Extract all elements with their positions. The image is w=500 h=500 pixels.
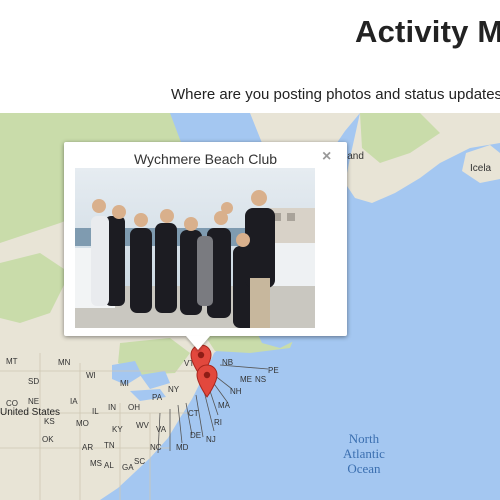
state-label: NE bbox=[28, 397, 40, 406]
ocean-label-line: Ocean bbox=[347, 461, 381, 476]
state-label: RI bbox=[214, 418, 222, 427]
state-label: SC bbox=[134, 457, 146, 466]
state-label: NS bbox=[255, 375, 267, 384]
state-label: MN bbox=[58, 358, 71, 367]
info-window-title: Wychmere Beach Club bbox=[133, 151, 278, 167]
map-info-window: Wychmere Beach Club × bbox=[64, 142, 347, 336]
state-label: TN bbox=[104, 441, 115, 450]
state-label: ME bbox=[240, 375, 252, 384]
state-label: OK bbox=[42, 435, 54, 444]
state-label: AR bbox=[82, 443, 94, 452]
state-label: CO bbox=[6, 399, 18, 408]
state-label: PE bbox=[268, 366, 279, 375]
state-label: IA bbox=[70, 397, 78, 406]
state-label: NC bbox=[150, 443, 162, 452]
state-label: GA bbox=[122, 463, 134, 472]
page-title: Activity Ma bbox=[355, 14, 500, 49]
state-label: MO bbox=[76, 419, 89, 428]
state-label: WI bbox=[86, 371, 96, 380]
group-photo-image bbox=[75, 168, 315, 328]
state-label: PA bbox=[152, 393, 163, 402]
state-label: MS bbox=[90, 459, 102, 468]
state-label: MA bbox=[218, 401, 230, 410]
state-label: MD bbox=[176, 443, 189, 452]
state-label: DE bbox=[190, 431, 202, 440]
state-label: NH bbox=[230, 387, 242, 396]
state-label: VA bbox=[156, 425, 167, 434]
ocean-label-line: North bbox=[348, 431, 380, 446]
ocean-label-line: Atlantic bbox=[343, 446, 385, 461]
state-label: IL bbox=[92, 407, 99, 416]
state-label: NY bbox=[168, 385, 180, 394]
map-label-greenland: land bbox=[345, 151, 364, 162]
map-pin-icon[interactable] bbox=[196, 364, 218, 398]
state-label: NJ bbox=[206, 435, 216, 444]
state-label: KY bbox=[112, 425, 123, 434]
info-window-pointer bbox=[186, 336, 210, 350]
state-label: SD bbox=[28, 377, 40, 386]
map-label-iceland: Icela bbox=[470, 163, 492, 174]
state-label: CT bbox=[188, 409, 199, 418]
state-label: WV bbox=[136, 421, 149, 430]
map-label-ocean: North Atlantic Ocean bbox=[343, 431, 385, 476]
state-label: OH bbox=[128, 403, 140, 412]
page-subtitle: Where are you posting photos and status … bbox=[171, 86, 500, 103]
close-icon[interactable]: × bbox=[322, 149, 331, 165]
state-label: IN bbox=[108, 403, 116, 412]
state-label: MI bbox=[120, 379, 129, 388]
state-label: MT bbox=[6, 357, 18, 366]
state-label: KS bbox=[44, 417, 55, 426]
info-window-photo bbox=[75, 168, 315, 328]
state-label: AL bbox=[104, 461, 114, 470]
state-label: NB bbox=[222, 358, 234, 367]
